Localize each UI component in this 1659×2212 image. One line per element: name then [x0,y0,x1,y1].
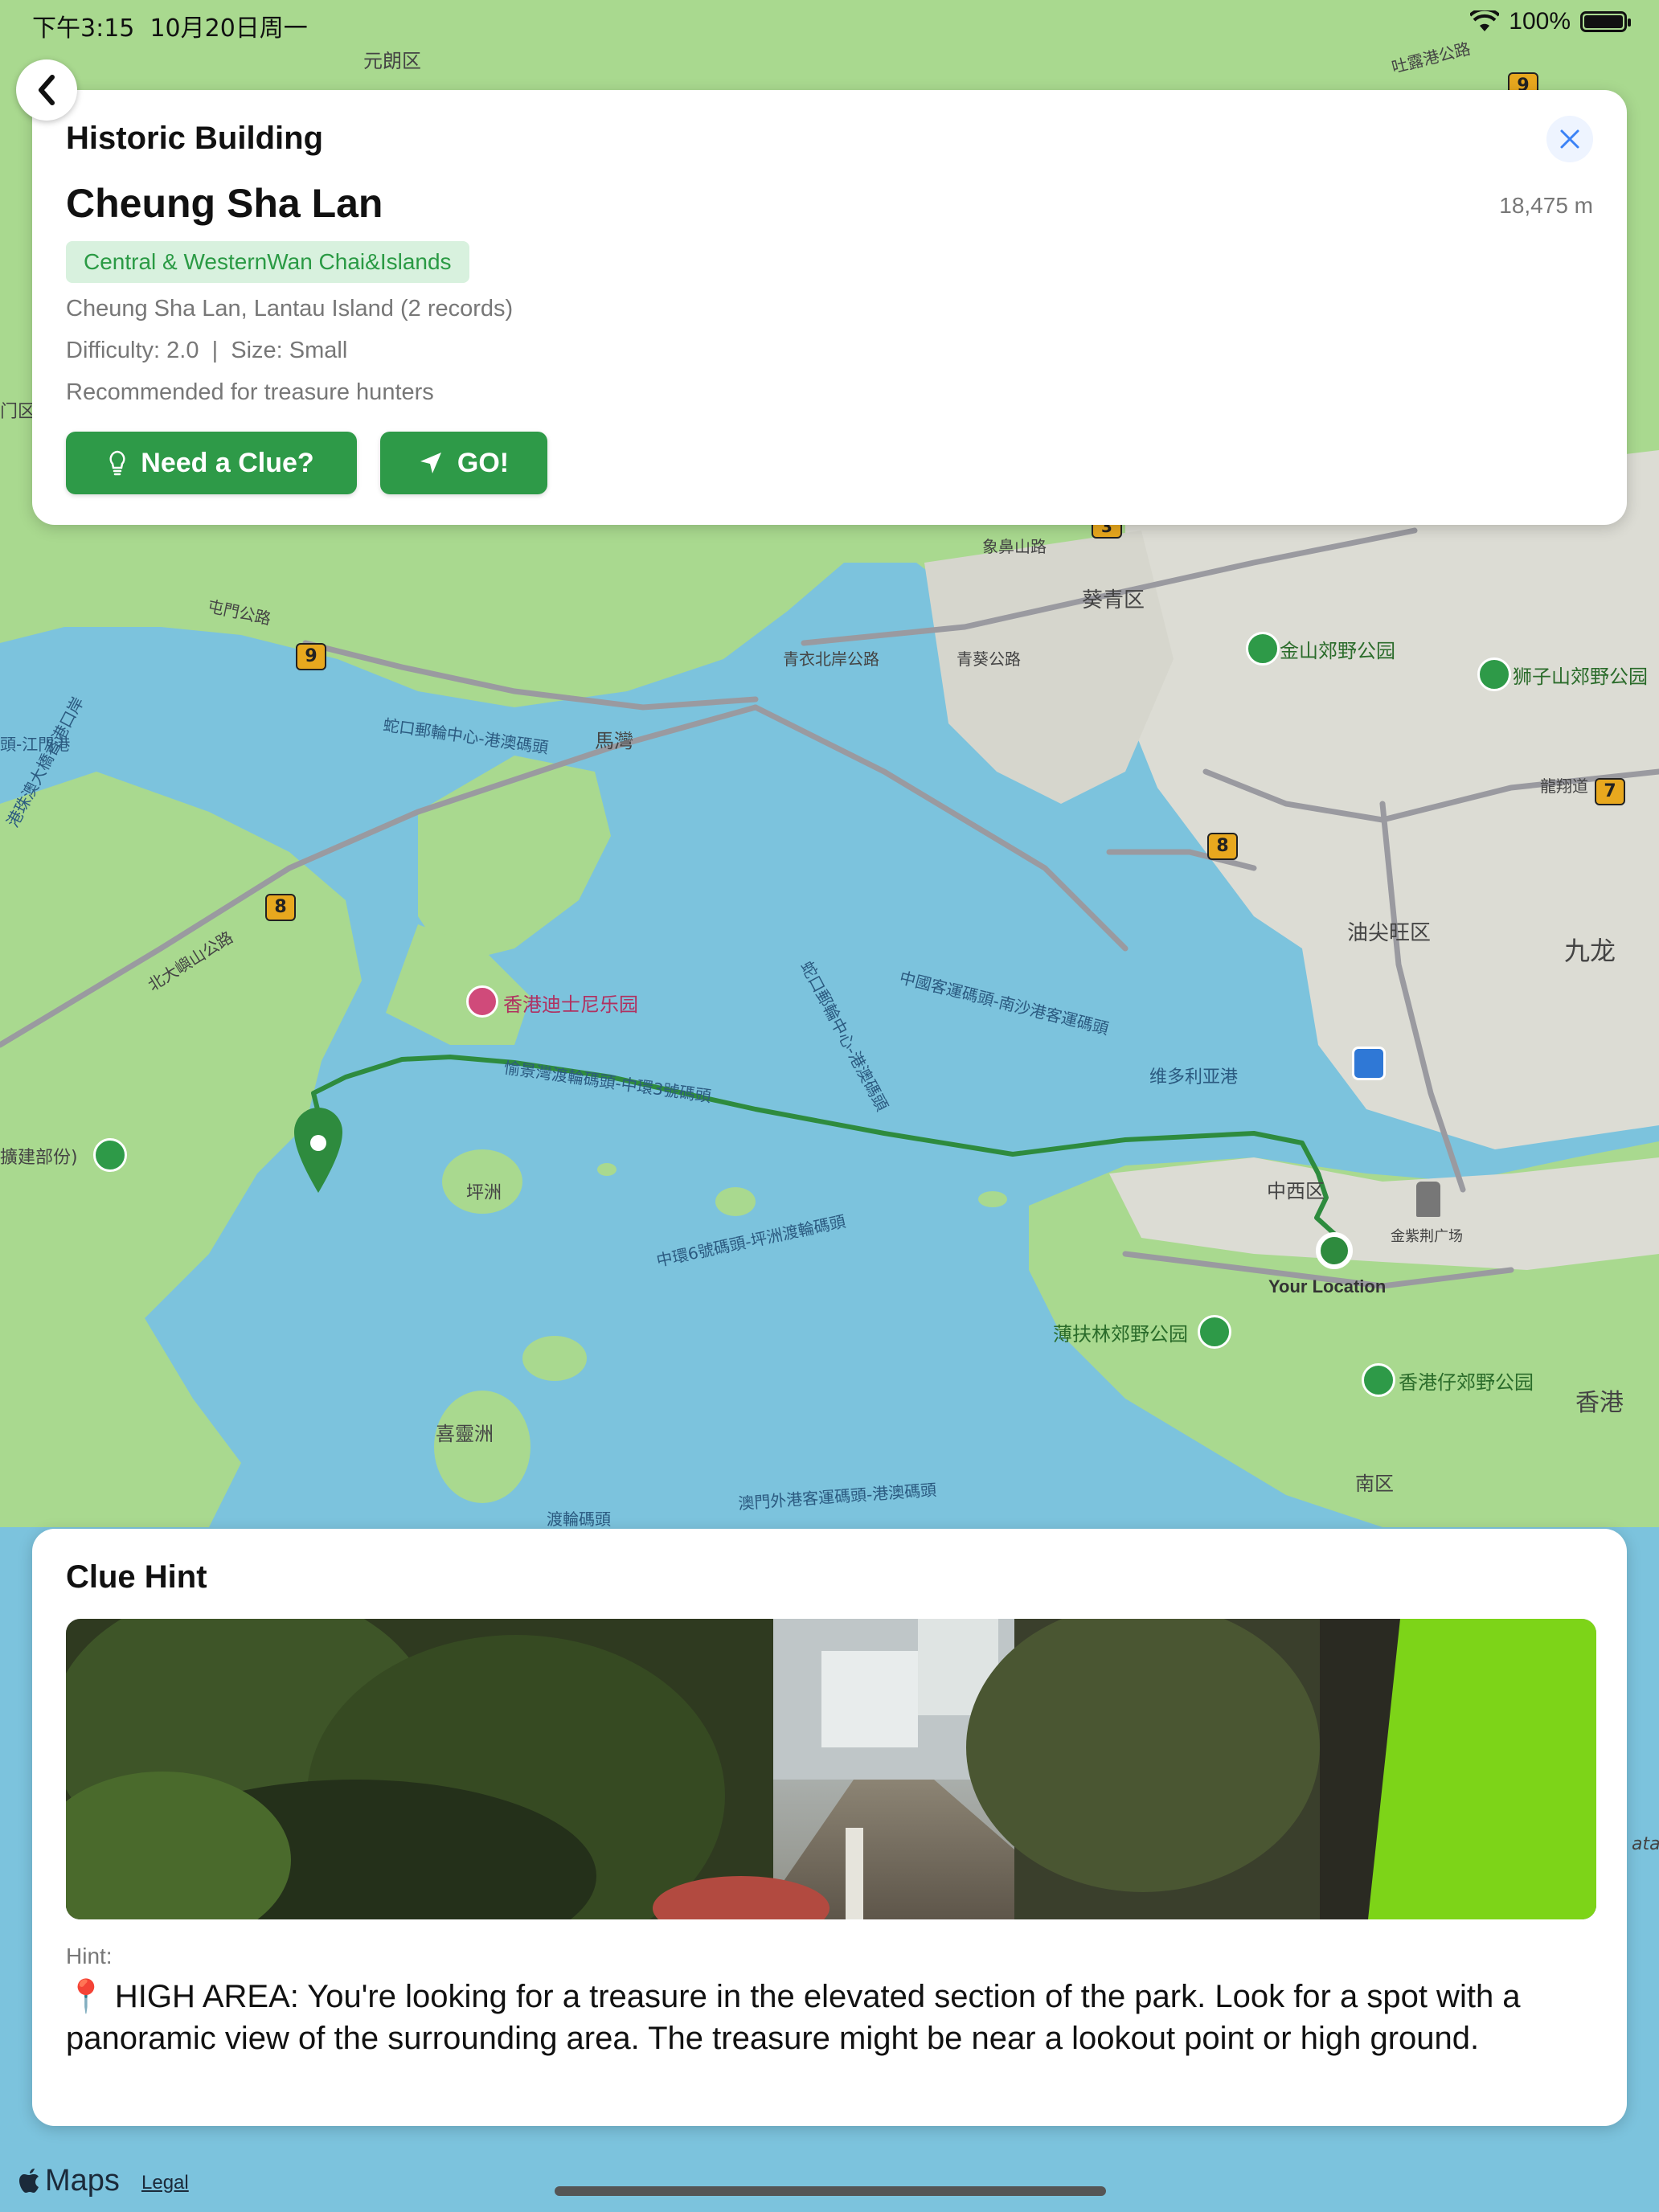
status-date: 10月20日周一 [150,14,308,43]
status-bar: 下午3:15 10月20日周一 100% [0,0,1659,48]
need-clue-button[interactable]: Need a Clue? [66,432,357,494]
wifi-icon [1470,10,1500,31]
land-islet [978,1191,1007,1207]
close-icon [1560,129,1579,149]
district-tag: Central & WesternWan Chai&Islands [66,241,469,283]
maps-logo-text: Maps [45,2164,120,2198]
clue-hint-card: Clue Hint Hint: 📍 HIGH AREA: You're look… [32,1529,1627,2126]
need-clue-label: Need a Clue? [141,447,314,478]
battery-percent: 100% [1509,8,1571,35]
your-location-dot [1316,1232,1353,1269]
close-button[interactable] [1546,116,1593,162]
clue-photo [66,1619,1596,1919]
land-islet [715,1187,756,1216]
chevron-left-icon [39,75,55,105]
battery-icon [1580,11,1631,32]
status-time-text: 下午3:15 [32,14,135,43]
location-info-card: Historic Building Cheung Sha Lan 18,475 … [32,90,1627,525]
navigation-arrow-icon [420,453,441,473]
hint-label: Hint: [66,1944,113,1968]
go-button[interactable]: GO! [380,432,547,494]
apple-logo-icon [19,2168,39,2193]
land-islet [597,1163,616,1176]
hint-text: 📍 HIGH AREA: You're looking for a treasu… [66,1979,1521,2056]
status-time: 下午3:15 10月20日周一 [32,8,308,43]
distance-value: 18,475 m [1499,193,1593,218]
land-hei-ling-chau [434,1391,530,1503]
location-address: Cheung Sha Lan, Lantau Island (2 records… [66,296,514,322]
legal-link[interactable]: Legal [141,2172,189,2194]
difficulty-size: Difficulty: 2.0 | Size: Small [66,338,348,363]
location-category: Historic Building [66,121,323,156]
clue-hint-title: Clue Hint [66,1559,207,1595]
land-islet [522,1336,587,1381]
back-button[interactable] [16,59,77,121]
land-peng-chau [442,1149,522,1214]
lightbulb-icon [109,450,125,476]
status-right: 100% [1470,8,1631,35]
recommendation-text: Recommended for treasure hunters [66,379,434,405]
home-indicator[interactable] [555,2186,1106,2196]
location-title: Cheung Sha Lan [66,181,383,226]
apple-maps-logo: Maps [19,2164,120,2198]
go-label: GO! [457,447,510,478]
